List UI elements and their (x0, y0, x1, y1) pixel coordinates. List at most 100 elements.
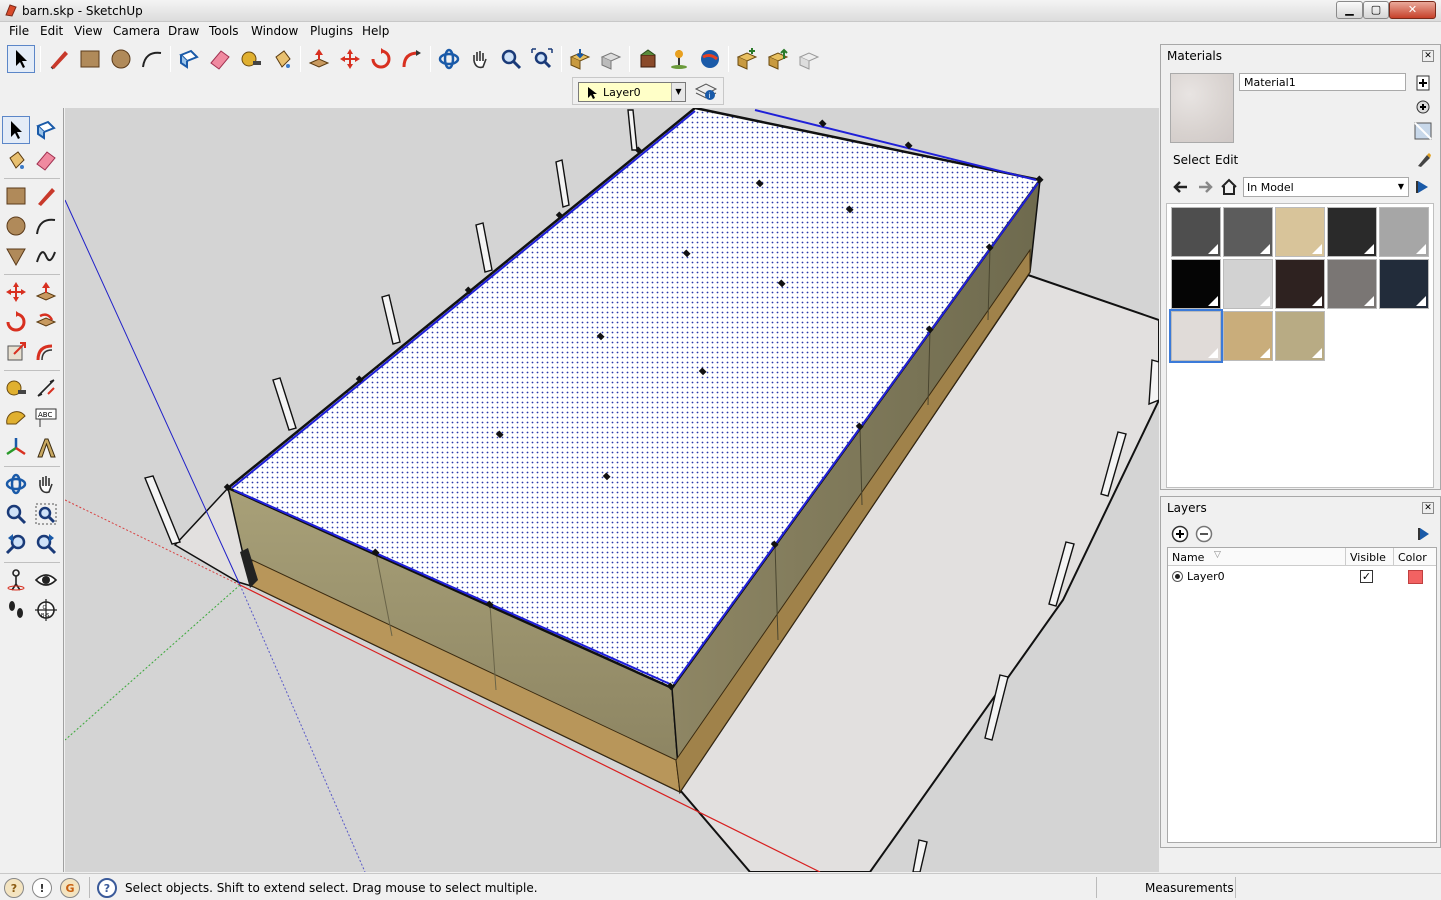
pencil-line-icon[interactable] (45, 45, 73, 73)
walk-icon[interactable] (2, 596, 30, 624)
push-pull-icon[interactable] (305, 45, 333, 73)
zoom-window-icon[interactable] (32, 500, 60, 528)
section-plane-icon[interactable]: C B-S (32, 596, 60, 624)
material-swatch[interactable] (1223, 207, 1273, 257)
add-layer-icon[interactable] (1171, 525, 1189, 543)
measurements-input[interactable] (1235, 877, 1439, 898)
material-swatch[interactable] (1327, 207, 1377, 257)
active-layer-radio[interactable] (1172, 571, 1183, 582)
rectangle-icon[interactable] (2, 182, 30, 210)
axes-icon[interactable] (2, 434, 30, 462)
eraser-icon[interactable] (32, 146, 60, 174)
move-icon[interactable] (336, 45, 364, 73)
material-swatch[interactable] (1275, 311, 1325, 361)
maximize-button[interactable]: ▢ (1363, 1, 1389, 19)
forward-arrow-icon[interactable] (1195, 177, 1215, 197)
paint-bucket-icon[interactable] (2, 146, 30, 174)
menu-plugins[interactable]: Plugins (310, 24, 353, 38)
arc-icon[interactable] (138, 45, 166, 73)
pan-icon[interactable] (466, 45, 494, 73)
3d-text-icon[interactable] (32, 434, 60, 462)
display-secondary-pane-icon[interactable] (1413, 121, 1433, 141)
orbit-icon[interactable] (2, 470, 30, 498)
tape-measure-icon[interactable] (2, 374, 30, 402)
material-name-field[interactable] (1239, 73, 1406, 91)
google-status-icon[interactable]: G (60, 878, 80, 898)
material-swatch[interactable] (1379, 207, 1429, 257)
menu-edit[interactable]: Edit (40, 24, 63, 38)
select-icon[interactable] (2, 116, 30, 144)
polygon-icon[interactable] (2, 242, 30, 270)
model-viewport[interactable] (65, 108, 1159, 872)
get-photo-texture-icon[interactable] (733, 45, 761, 73)
import-icon[interactable] (764, 45, 792, 73)
rectangle-icon[interactable] (76, 45, 104, 73)
close-button[interactable]: ✕ (1389, 1, 1436, 19)
circle-icon[interactable] (2, 212, 30, 240)
tab-edit[interactable]: Edit (1215, 153, 1238, 167)
material-swatch[interactable] (1379, 259, 1429, 309)
delete-layer-icon[interactable] (1195, 525, 1213, 543)
rotate-icon[interactable] (367, 45, 395, 73)
menu-camera[interactable]: Camera (113, 24, 160, 38)
tape-measure-icon[interactable] (237, 45, 265, 73)
position-camera-icon[interactable] (2, 566, 30, 594)
share-component-icon[interactable] (634, 45, 662, 73)
zoom-extents-icon[interactable] (528, 45, 556, 73)
material-swatch[interactable] (1275, 259, 1325, 309)
protractor-icon[interactable] (2, 404, 30, 432)
menu-tools[interactable]: Tools (209, 24, 239, 38)
next-view-icon[interactable] (32, 530, 60, 558)
barn-model-scene[interactable] (65, 108, 1159, 872)
material-swatch[interactable] (1223, 259, 1273, 309)
menu-draw[interactable]: Draw (168, 24, 199, 38)
follow-me-icon[interactable] (32, 308, 60, 336)
home-icon[interactable] (1219, 177, 1239, 197)
layer-color-swatch[interactable] (1408, 570, 1423, 584)
default-paint-icon[interactable] (1413, 97, 1433, 117)
look-around-icon[interactable] (32, 566, 60, 594)
credits-status-icon[interactable]: ! (32, 878, 52, 898)
sample-paint-icon[interactable] (1415, 151, 1433, 169)
offset-icon[interactable] (32, 338, 60, 366)
get-models-icon[interactable] (566, 45, 594, 73)
material-swatch[interactable] (1171, 259, 1221, 309)
column-header-name[interactable]: Name ▽ (1168, 548, 1346, 566)
circle-icon[interactable] (107, 45, 135, 73)
current-layer-dropdown[interactable]: Layer0 ▼ (578, 82, 686, 102)
export-icon[interactable] (795, 45, 823, 73)
geo-location-icon[interactable] (665, 45, 693, 73)
rotate-icon[interactable] (2, 308, 30, 336)
material-swatch[interactable] (1169, 309, 1223, 363)
close-icon[interactable]: ✕ (1422, 50, 1434, 62)
orbit-icon[interactable] (435, 45, 463, 73)
material-swatch[interactable] (1223, 311, 1273, 361)
material-swatch[interactable] (1275, 207, 1325, 257)
geo-location-status-icon[interactable]: ? (4, 878, 24, 898)
help-icon[interactable]: ? (97, 878, 117, 898)
layer-visible-checkbox[interactable]: ✓ (1360, 570, 1373, 583)
details-arrow-icon[interactable] (1413, 177, 1433, 197)
chevron-down-icon[interactable]: ▼ (1394, 178, 1408, 196)
material-preview[interactable] (1170, 73, 1234, 143)
column-header-visible[interactable]: Visible (1346, 548, 1394, 566)
move-icon[interactable] (2, 278, 30, 306)
menu-file[interactable]: File (9, 24, 29, 38)
pan-icon[interactable] (32, 470, 60, 498)
arc-icon[interactable] (32, 212, 60, 240)
layer-manager-icon[interactable]: i (693, 79, 719, 103)
make-component-icon[interactable] (32, 116, 60, 144)
push-pull-icon[interactable] (32, 278, 60, 306)
eraser-icon[interactable] (206, 45, 234, 73)
paint-bucket-icon[interactable] (268, 45, 296, 73)
menu-view[interactable]: View (74, 24, 102, 38)
make-component-icon[interactable] (175, 45, 203, 73)
minimize-button[interactable]: ▁ (1336, 1, 1363, 19)
tab-select[interactable]: Select (1173, 153, 1210, 167)
create-material-icon[interactable] (1413, 73, 1433, 93)
freehand-icon[interactable] (32, 242, 60, 270)
dimension-icon[interactable] (32, 374, 60, 402)
scale-icon[interactable] (2, 338, 30, 366)
back-arrow-icon[interactable] (1171, 177, 1191, 197)
details-arrow-icon[interactable] (1415, 525, 1433, 543)
